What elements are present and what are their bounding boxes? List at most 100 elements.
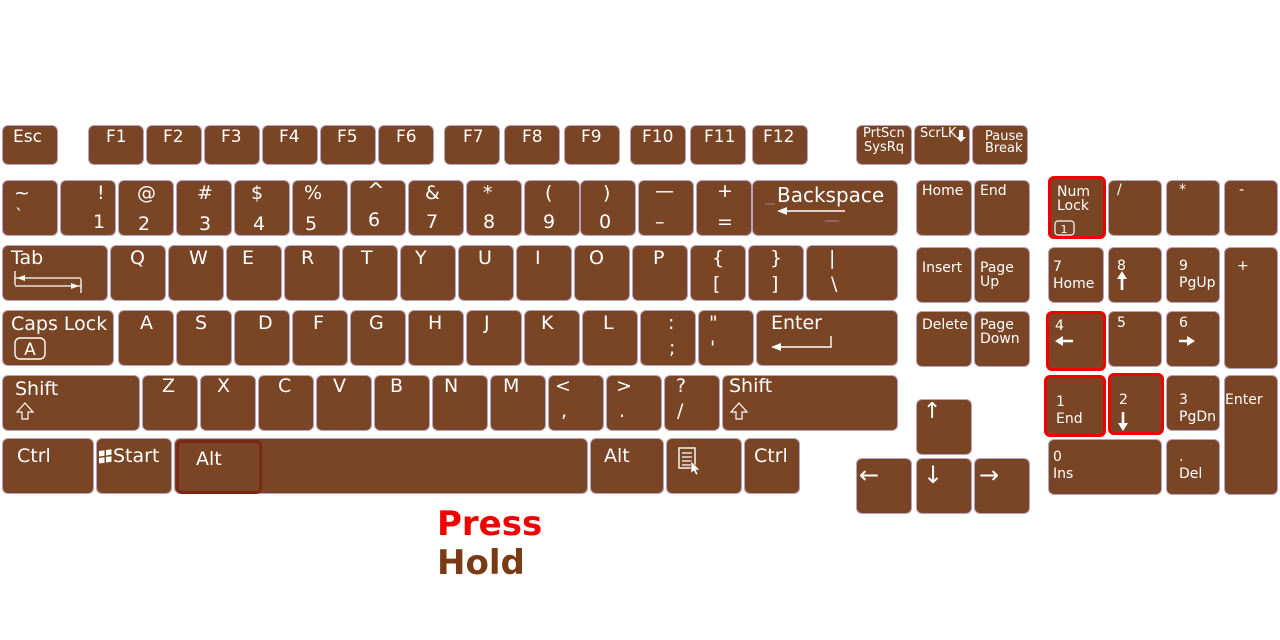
key-f9[interactable]: F9 bbox=[564, 125, 620, 165]
key-caps-lock[interactable]: Caps Lock A bbox=[2, 310, 114, 366]
key-shift-left[interactable]: Shift bbox=[2, 375, 140, 431]
key-quote[interactable]: " ' bbox=[698, 310, 754, 366]
key-tilde[interactable]: ~ ` bbox=[2, 180, 58, 236]
key-ctrl-left[interactable]: Ctrl bbox=[2, 438, 94, 494]
key-alt-right[interactable]: Alt bbox=[590, 438, 664, 494]
key-5[interactable]: % 5 bbox=[292, 180, 348, 236]
key-prtscn-sysrq[interactable]: PrtScn SysRq bbox=[856, 125, 912, 165]
key-numpad-decimal[interactable]: . Del bbox=[1166, 439, 1220, 495]
key-f8[interactable]: F8 bbox=[504, 125, 560, 165]
key-arrow-up[interactable]: ↑ bbox=[916, 399, 972, 455]
key-h[interactable]: H bbox=[408, 310, 464, 366]
key-rbracket[interactable]: }] bbox=[748, 245, 804, 301]
key-insert[interactable]: Insert bbox=[916, 247, 972, 303]
key-9[interactable]: (9 bbox=[524, 180, 580, 236]
key-numpad-7[interactable]: 7 Home bbox=[1048, 247, 1104, 303]
key-slash[interactable]: ? / bbox=[664, 375, 720, 431]
key-menu[interactable] bbox=[666, 438, 742, 494]
key-f7[interactable]: F7 bbox=[444, 125, 500, 165]
key-scroll-lock[interactable]: ScrLK bbox=[914, 125, 970, 165]
key-arrow-down[interactable]: ↓ bbox=[916, 458, 972, 514]
key-p[interactable]: P bbox=[632, 245, 688, 301]
key-y[interactable]: Y bbox=[400, 245, 456, 301]
key-backspace[interactable]: Backspace bbox=[752, 180, 898, 236]
key-start[interactable]: Start bbox=[96, 438, 172, 494]
key-v[interactable]: V bbox=[316, 375, 372, 431]
key-f11[interactable]: F11 bbox=[690, 125, 746, 165]
key-delete[interactable]: Delete bbox=[916, 311, 972, 367]
key-numpad-4[interactable]: 4 bbox=[1046, 311, 1106, 371]
key-f1[interactable]: F1 bbox=[88, 125, 144, 165]
key-t[interactable]: T bbox=[342, 245, 398, 301]
key-numpad-1[interactable]: 1 End bbox=[1044, 375, 1106, 437]
key-f5[interactable]: F5 bbox=[320, 125, 376, 165]
key-numpad-5[interactable]: 5 bbox=[1108, 311, 1162, 367]
key-o[interactable]: O bbox=[574, 245, 630, 301]
key-enter[interactable]: Enter bbox=[756, 310, 898, 366]
key-backslash[interactable]: | \ bbox=[806, 245, 898, 301]
key-numpad-0[interactable]: 0 Ins bbox=[1048, 439, 1162, 495]
key-u[interactable]: U bbox=[458, 245, 514, 301]
key-i[interactable]: I bbox=[516, 245, 572, 301]
key-f6[interactable]: F6 bbox=[378, 125, 434, 165]
key-s[interactable]: S bbox=[176, 310, 232, 366]
key-comma[interactable]: <, bbox=[548, 375, 604, 431]
key-esc[interactable]: Esc bbox=[2, 125, 58, 165]
key-arrow-right[interactable]: → bbox=[974, 458, 1030, 514]
key-equals[interactable]: + = bbox=[696, 180, 752, 236]
key-d[interactable]: D bbox=[234, 310, 290, 366]
key-numpad-8[interactable]: 8 bbox=[1108, 247, 1162, 303]
key-7[interactable]: & 7 bbox=[408, 180, 464, 236]
key-page-up[interactable]: Page Up bbox=[974, 247, 1030, 303]
key-f12[interactable]: F12 bbox=[752, 125, 808, 165]
key-page-down[interactable]: Page Down bbox=[974, 311, 1030, 367]
key-r[interactable]: R bbox=[284, 245, 340, 301]
key-ctrl-right[interactable]: Ctrl bbox=[744, 438, 800, 494]
key-tab[interactable]: Tab bbox=[2, 245, 108, 301]
key-3[interactable]: #3 bbox=[176, 180, 232, 236]
key-m[interactable]: M bbox=[490, 375, 546, 431]
key-numpad-plus[interactable]: + bbox=[1224, 247, 1278, 369]
key-numpad-slash[interactable]: / bbox=[1108, 180, 1162, 236]
key-numpad-3[interactable]: 3 PgDn bbox=[1166, 375, 1220, 431]
key-numpad-minus[interactable]: - bbox=[1224, 180, 1278, 236]
key-8[interactable]: * 8 bbox=[466, 180, 522, 236]
key-numpad-9[interactable]: 9 PgUp bbox=[1166, 247, 1220, 303]
key-f[interactable]: F bbox=[292, 310, 348, 366]
key-6[interactable]: ^ 6 bbox=[350, 180, 406, 236]
key-home[interactable]: Home bbox=[916, 180, 972, 236]
key-q[interactable]: Q bbox=[110, 245, 166, 301]
key-z[interactable]: Z bbox=[142, 375, 198, 431]
key-alt-left[interactable]: Alt bbox=[176, 440, 262, 494]
key-1[interactable]: ! 1 bbox=[60, 180, 116, 236]
key-pause-break[interactable]: Pause Break bbox=[972, 125, 1028, 165]
key-shift-right[interactable]: Shift bbox=[722, 375, 898, 431]
key-f3[interactable]: F3 bbox=[204, 125, 260, 165]
key-j[interactable]: J bbox=[466, 310, 522, 366]
key-num-lock[interactable]: Num Lock 1 bbox=[1048, 176, 1106, 239]
key-w[interactable]: W bbox=[168, 245, 224, 301]
key-minus[interactable]: — – bbox=[638, 180, 694, 236]
key-end[interactable]: End bbox=[974, 180, 1030, 236]
key-arrow-left[interactable]: ← bbox=[856, 458, 912, 514]
key-numpad-6[interactable]: 6 bbox=[1166, 311, 1220, 367]
key-numpad-enter[interactable]: Enter bbox=[1224, 375, 1278, 495]
key-period[interactable]: >. bbox=[606, 375, 662, 431]
key-f4[interactable]: F4 bbox=[262, 125, 318, 165]
key-0[interactable]: ) 0 bbox=[580, 180, 636, 236]
key-k[interactable]: K bbox=[524, 310, 580, 366]
key-lbracket[interactable]: {[ bbox=[690, 245, 746, 301]
key-a[interactable]: A bbox=[118, 310, 174, 366]
key-f10[interactable]: F10 bbox=[630, 125, 686, 165]
key-b[interactable]: B bbox=[374, 375, 430, 431]
key-c[interactable]: C bbox=[258, 375, 314, 431]
key-n[interactable]: N bbox=[432, 375, 488, 431]
key-numpad-2[interactable]: 2 bbox=[1108, 373, 1164, 435]
key-e[interactable]: E bbox=[226, 245, 282, 301]
key-4[interactable]: $4 bbox=[234, 180, 290, 236]
key-l[interactable]: L bbox=[582, 310, 638, 366]
key-f2[interactable]: F2 bbox=[146, 125, 202, 165]
key-numpad-asterisk[interactable]: * bbox=[1166, 180, 1220, 236]
key-2[interactable]: @2 bbox=[118, 180, 174, 236]
key-g[interactable]: G bbox=[350, 310, 406, 366]
